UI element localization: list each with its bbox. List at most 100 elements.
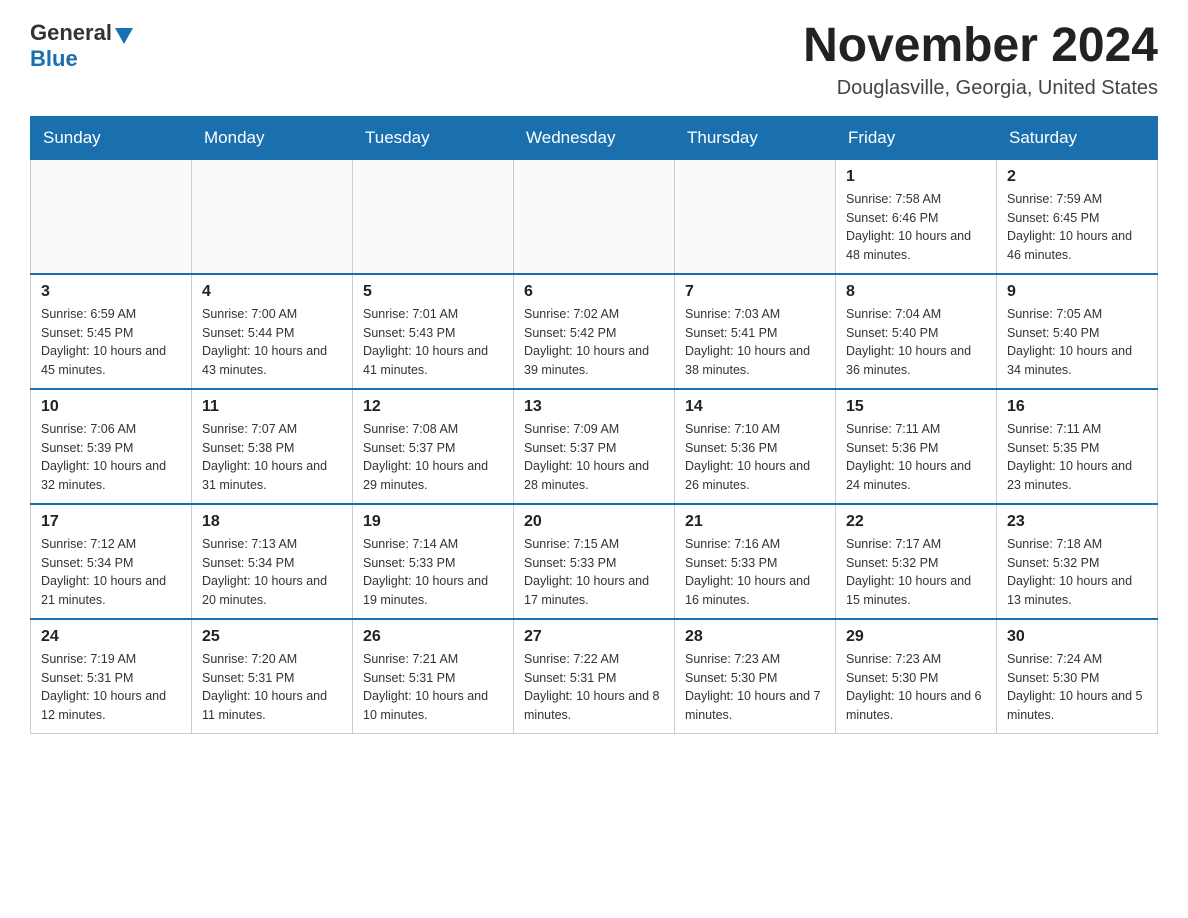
day-info: Sunrise: 7:04 AM Sunset: 5:40 PM Dayligh… (846, 305, 986, 380)
day-number: 19 (363, 513, 503, 531)
day-info: Sunrise: 7:59 AM Sunset: 6:45 PM Dayligh… (1007, 190, 1147, 265)
day-info: Sunrise: 7:03 AM Sunset: 5:41 PM Dayligh… (685, 305, 825, 380)
day-number: 15 (846, 398, 986, 416)
calendar-cell: 6 Sunrise: 7:02 AM Sunset: 5:42 PM Daylig… (514, 274, 675, 389)
day-number: 17 (41, 513, 181, 531)
day-info: Sunrise: 7:00 AM Sunset: 5:44 PM Dayligh… (202, 305, 342, 380)
weekday-header-monday: Monday (192, 117, 353, 159)
calendar-week-row: 10 Sunrise: 7:06 AM Sunset: 5:39 PM Dayli… (31, 389, 1158, 504)
day-number: 23 (1007, 513, 1147, 531)
weekday-header-wednesday: Wednesday (514, 117, 675, 159)
calendar-cell: 22 Sunrise: 7:17 AM Sunset: 5:32 PM Dayli… (836, 504, 997, 619)
day-info: Sunrise: 7:14 AM Sunset: 5:33 PM Dayligh… (363, 535, 503, 610)
calendar-cell: 11 Sunrise: 7:07 AM Sunset: 5:38 PM Dayli… (192, 389, 353, 504)
day-number: 10 (41, 398, 181, 416)
day-number: 14 (685, 398, 825, 416)
title-area: November 2024 Douglasville, Georgia, Uni… (803, 20, 1158, 100)
day-info: Sunrise: 7:02 AM Sunset: 5:42 PM Dayligh… (524, 305, 664, 380)
logo-blue-text: Blue (30, 46, 78, 72)
calendar-cell (675, 159, 836, 274)
calendar-cell: 14 Sunrise: 7:10 AM Sunset: 5:36 PM Dayli… (675, 389, 836, 504)
day-number: 20 (524, 513, 664, 531)
day-info: Sunrise: 7:13 AM Sunset: 5:34 PM Dayligh… (202, 535, 342, 610)
calendar-cell: 8Sunrise: 7:04 AM Sunset: 5:40 PM Daylig… (836, 274, 997, 389)
calendar-cell (514, 159, 675, 274)
day-number: 13 (524, 398, 664, 416)
day-info: Sunrise: 7:10 AM Sunset: 5:36 PM Dayligh… (685, 420, 825, 495)
day-number: 30 (1007, 628, 1147, 646)
weekday-header-row: SundayMondayTuesdayWednesdayThursdayFrid… (31, 117, 1158, 159)
calendar-cell: 30Sunrise: 7:24 AM Sunset: 5:30 PM Dayli… (997, 619, 1158, 734)
day-info: Sunrise: 7:15 AM Sunset: 5:33 PM Dayligh… (524, 535, 664, 610)
day-info: Sunrise: 7:11 AM Sunset: 5:35 PM Dayligh… (1007, 420, 1147, 495)
page-header: General Blue November 2024 Douglasville,… (30, 20, 1158, 100)
calendar-cell: 18 Sunrise: 7:13 AM Sunset: 5:34 PM Dayli… (192, 504, 353, 619)
calendar-cell: 15 Sunrise: 7:11 AM Sunset: 5:36 PM Dayli… (836, 389, 997, 504)
day-number: 22 (846, 513, 986, 531)
day-number: 5 (363, 283, 503, 301)
calendar-cell: 25Sunrise: 7:20 AM Sunset: 5:31 PM Dayli… (192, 619, 353, 734)
calendar-body: 1 Sunrise: 7:58 AM Sunset: 6:46 PM Daylig… (31, 159, 1158, 734)
calendar-week-row: 17 Sunrise: 7:12 AM Sunset: 5:34 PM Dayli… (31, 504, 1158, 619)
calendar-cell: 10 Sunrise: 7:06 AM Sunset: 5:39 PM Dayli… (31, 389, 192, 504)
calendar-cell: 17 Sunrise: 7:12 AM Sunset: 5:34 PM Dayli… (31, 504, 192, 619)
day-info: Sunrise: 7:12 AM Sunset: 5:34 PM Dayligh… (41, 535, 181, 610)
calendar-cell: 19 Sunrise: 7:14 AM Sunset: 5:33 PM Dayli… (353, 504, 514, 619)
calendar-cell: 7 Sunrise: 7:03 AM Sunset: 5:41 PM Daylig… (675, 274, 836, 389)
calendar-cell: 9 Sunrise: 7:05 AM Sunset: 5:40 PM Daylig… (997, 274, 1158, 389)
calendar-cell: 13 Sunrise: 7:09 AM Sunset: 5:37 PM Dayli… (514, 389, 675, 504)
day-number: 18 (202, 513, 342, 531)
day-number: 24 (41, 628, 181, 646)
day-info: Sunrise: 7:09 AM Sunset: 5:37 PM Dayligh… (524, 420, 664, 495)
day-info: Sunrise: 7:01 AM Sunset: 5:43 PM Dayligh… (363, 305, 503, 380)
calendar-cell: 2 Sunrise: 7:59 AM Sunset: 6:45 PM Daylig… (997, 159, 1158, 274)
calendar-cell: 16Sunrise: 7:11 AM Sunset: 5:35 PM Dayli… (997, 389, 1158, 504)
day-number: 6 (524, 283, 664, 301)
calendar-cell: 1 Sunrise: 7:58 AM Sunset: 6:46 PM Daylig… (836, 159, 997, 274)
calendar-header: SundayMondayTuesdayWednesdayThursdayFrid… (31, 117, 1158, 159)
day-number: 7 (685, 283, 825, 301)
calendar-cell: 23Sunrise: 7:18 AM Sunset: 5:32 PM Dayli… (997, 504, 1158, 619)
calendar-cell: 12Sunrise: 7:08 AM Sunset: 5:37 PM Dayli… (353, 389, 514, 504)
weekday-header-saturday: Saturday (997, 117, 1158, 159)
day-info: Sunrise: 7:19 AM Sunset: 5:31 PM Dayligh… (41, 650, 181, 725)
day-number: 4 (202, 283, 342, 301)
day-info: Sunrise: 7:17 AM Sunset: 5:32 PM Dayligh… (846, 535, 986, 610)
day-number: 26 (363, 628, 503, 646)
calendar-week-row: 3Sunrise: 6:59 AM Sunset: 5:45 PM Daylig… (31, 274, 1158, 389)
day-number: 2 (1007, 168, 1147, 186)
day-info: Sunrise: 7:05 AM Sunset: 5:40 PM Dayligh… (1007, 305, 1147, 380)
calendar-cell: 27Sunrise: 7:22 AM Sunset: 5:31 PM Dayli… (514, 619, 675, 734)
day-info: Sunrise: 6:59 AM Sunset: 5:45 PM Dayligh… (41, 305, 181, 380)
day-info: Sunrise: 7:11 AM Sunset: 5:36 PM Dayligh… (846, 420, 986, 495)
calendar-cell: 3Sunrise: 6:59 AM Sunset: 5:45 PM Daylig… (31, 274, 192, 389)
calendar-week-row: 1 Sunrise: 7:58 AM Sunset: 6:46 PM Daylig… (31, 159, 1158, 274)
day-number: 1 (846, 168, 986, 186)
day-number: 9 (1007, 283, 1147, 301)
calendar-week-row: 24 Sunrise: 7:19 AM Sunset: 5:31 PM Dayli… (31, 619, 1158, 734)
day-number: 11 (202, 398, 342, 416)
day-info: Sunrise: 7:08 AM Sunset: 5:37 PM Dayligh… (363, 420, 503, 495)
day-info: Sunrise: 7:23 AM Sunset: 5:30 PM Dayligh… (685, 650, 825, 725)
day-info: Sunrise: 7:58 AM Sunset: 6:46 PM Dayligh… (846, 190, 986, 265)
calendar-table: SundayMondayTuesdayWednesdayThursdayFrid… (30, 116, 1158, 734)
day-info: Sunrise: 7:22 AM Sunset: 5:31 PM Dayligh… (524, 650, 664, 725)
calendar-cell: 21Sunrise: 7:16 AM Sunset: 5:33 PM Dayli… (675, 504, 836, 619)
day-info: Sunrise: 7:06 AM Sunset: 5:39 PM Dayligh… (41, 420, 181, 495)
weekday-header-sunday: Sunday (31, 117, 192, 159)
calendar-cell: 4 Sunrise: 7:00 AM Sunset: 5:44 PM Daylig… (192, 274, 353, 389)
day-number: 29 (846, 628, 986, 646)
day-info: Sunrise: 7:16 AM Sunset: 5:33 PM Dayligh… (685, 535, 825, 610)
day-info: Sunrise: 7:23 AM Sunset: 5:30 PM Dayligh… (846, 650, 986, 725)
day-info: Sunrise: 7:07 AM Sunset: 5:38 PM Dayligh… (202, 420, 342, 495)
day-info: Sunrise: 7:20 AM Sunset: 5:31 PM Dayligh… (202, 650, 342, 725)
calendar-cell: 5 Sunrise: 7:01 AM Sunset: 5:43 PM Daylig… (353, 274, 514, 389)
logo: General Blue (30, 20, 133, 72)
calendar-cell: 29 Sunrise: 7:23 AM Sunset: 5:30 PM Dayli… (836, 619, 997, 734)
day-number: 28 (685, 628, 825, 646)
calendar-cell (31, 159, 192, 274)
weekday-header-tuesday: Tuesday (353, 117, 514, 159)
weekday-header-friday: Friday (836, 117, 997, 159)
location-subtitle: Douglasville, Georgia, United States (803, 77, 1158, 100)
calendar-cell: 26Sunrise: 7:21 AM Sunset: 5:31 PM Dayli… (353, 619, 514, 734)
